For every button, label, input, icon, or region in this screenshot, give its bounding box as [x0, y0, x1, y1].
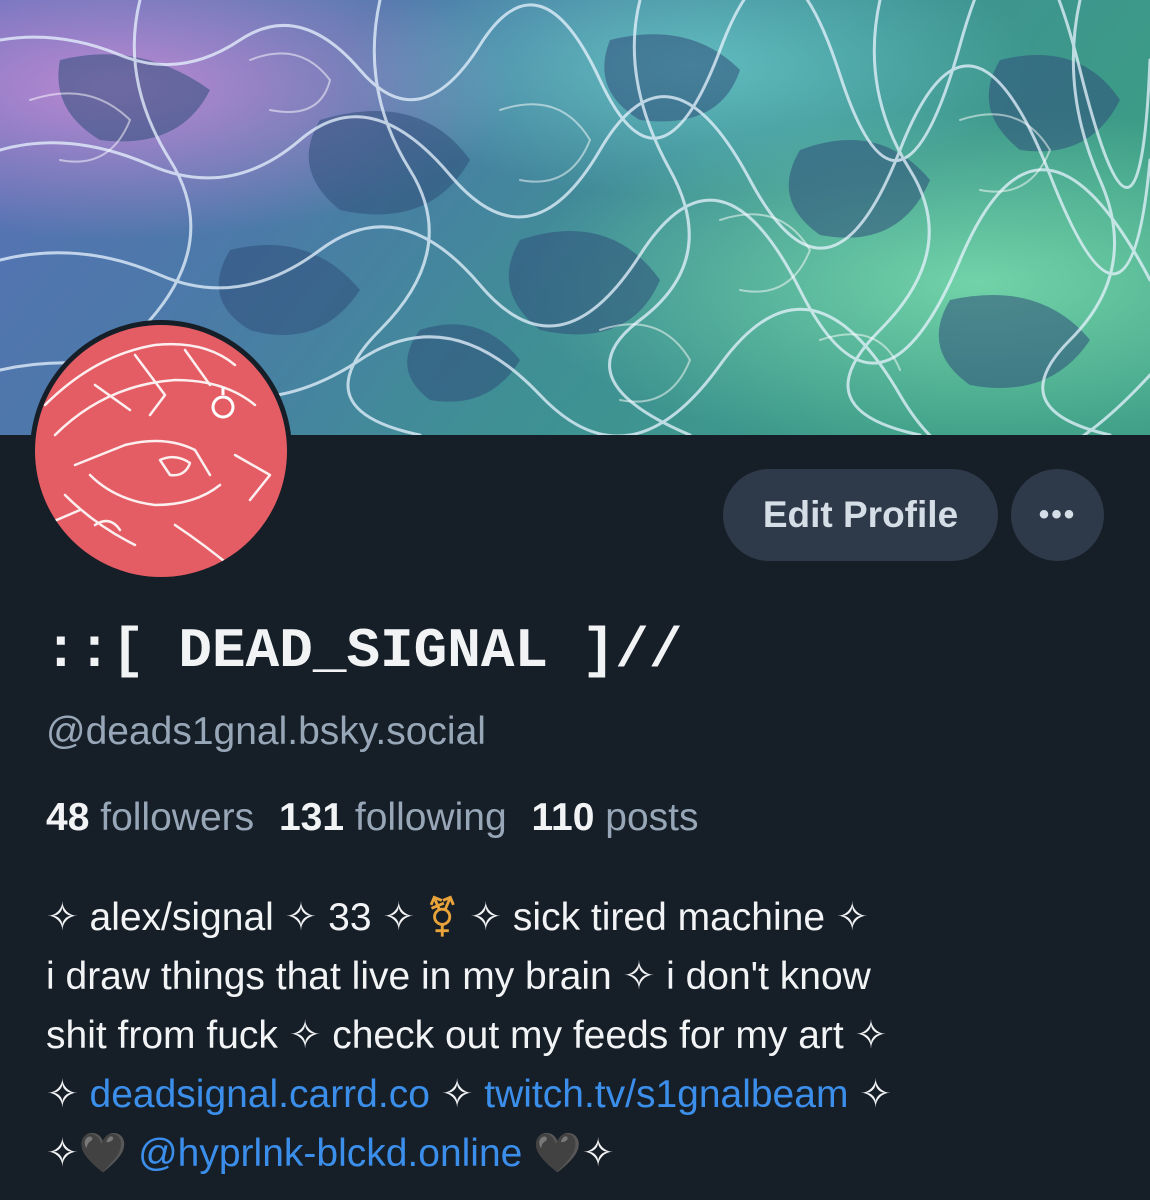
- bio-text: ✧ sick tired machine ✧: [458, 896, 869, 939]
- bio-line: ✧ deadsignal.carrd.co ✧ twitch.tv/s1gnal…: [46, 1065, 1136, 1124]
- bio-text: ✧🖤: [46, 1132, 139, 1175]
- profile-bio: ✧ alex/signal ✧ 33 ✧ ⚧ ✧ sick tired mach…: [46, 888, 1136, 1183]
- bio-line: i draw things that live in my brain ✧ i …: [46, 955, 871, 998]
- bio-text: 🖤✧: [522, 1132, 615, 1175]
- transgender-symbol-icon: ⚧: [425, 896, 459, 939]
- profile-page: Edit Profile ••• ::[ DEAD_SIGNAL ]// @de…: [0, 0, 1150, 1200]
- bio-text: ✧: [848, 1073, 892, 1116]
- display-name: ::[ DEAD_SIGNAL ]//: [44, 619, 683, 683]
- red-sketch-avatar-icon: [35, 325, 287, 577]
- posts-stat: 110 posts: [532, 796, 699, 839]
- mention-link[interactable]: @hyprlnk-blckd.online: [138, 1132, 522, 1175]
- more-icon: •••: [1038, 498, 1077, 531]
- following-count: 131: [278, 796, 345, 839]
- bio-text: ✧ alex/signal ✧ 33 ✧: [46, 896, 426, 939]
- bio-line: ✧ alex/signal ✧ 33 ✧ ⚧ ✧ sick tired mach…: [46, 888, 1136, 947]
- followers-label: followers: [100, 796, 255, 839]
- bio-line: ✧🖤 @hyprlnk-blckd.online 🖤✧: [46, 1124, 1136, 1183]
- followers-count: 48: [46, 796, 90, 839]
- profile-stats: 48 followers 131 following 110 posts: [46, 792, 698, 844]
- bio-text: ✧: [46, 1073, 90, 1116]
- twitch-link[interactable]: twitch.tv/s1gnalbeam: [484, 1073, 848, 1116]
- posts-label: posts: [605, 796, 699, 839]
- following-label: following: [354, 796, 507, 839]
- bio-text: ✧: [429, 1073, 485, 1116]
- profile-handle: @deads1gnal.bsky.social: [46, 710, 486, 753]
- followers-stat[interactable]: 48 followers: [46, 796, 254, 839]
- bio-line: shit from fuck ✧ check out my feeds for …: [46, 1014, 888, 1057]
- carrd-link[interactable]: deadsignal.carrd.co: [90, 1073, 430, 1116]
- edit-profile-button[interactable]: Edit Profile: [723, 469, 998, 561]
- more-options-button[interactable]: •••: [1011, 469, 1104, 561]
- posts-count: 110: [531, 796, 595, 839]
- avatar[interactable]: [30, 320, 292, 582]
- following-stat[interactable]: 131 following: [279, 796, 507, 839]
